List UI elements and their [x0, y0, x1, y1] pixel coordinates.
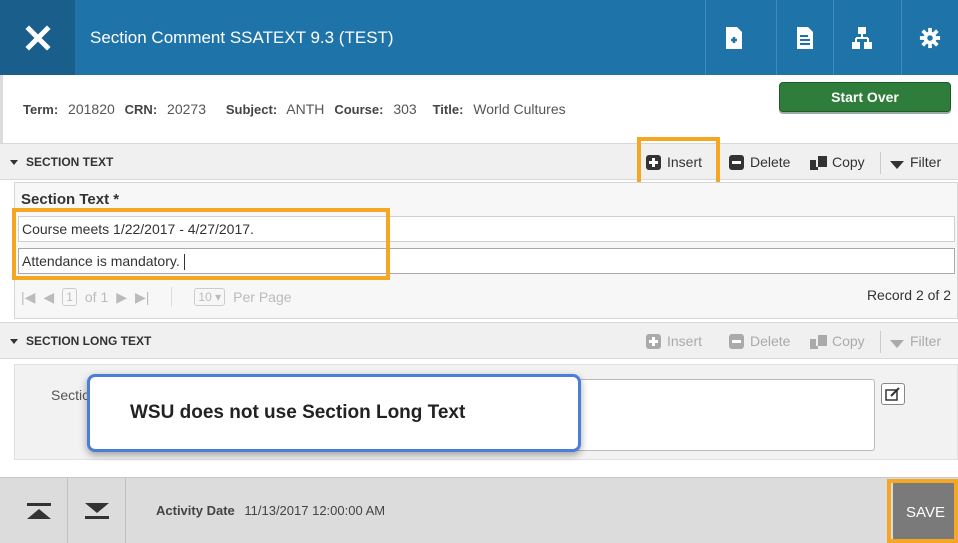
title-value: World Cultures: [473, 101, 566, 117]
add-document-icon: [726, 26, 742, 49]
filter-button[interactable]: Filter: [890, 323, 941, 360]
gear-icon: [919, 27, 941, 48]
copy-button[interactable]: Copy: [810, 144, 865, 181]
callout-text: WSU does not use Section Long Text: [130, 402, 466, 423]
filter-icon: [890, 339, 904, 348]
app-header: Section Comment SSATEXT 9.3 (TEST): [0, 0, 958, 75]
activity-date: Activity Date 11/13/2017 12:00:00 AM: [156, 478, 385, 543]
per-page-label: Per Page: [233, 289, 292, 305]
copy-icon: [810, 155, 827, 170]
record-count: Record 2 of 2: [866, 287, 951, 303]
scroll-top-button[interactable]: [10, 478, 68, 543]
section-long-text-header[interactable]: SECTION LONG TEXT Insert Delete Copy Fil…: [0, 322, 958, 359]
minus-icon: [729, 334, 744, 349]
crn-label: CRN:: [124, 102, 158, 117]
key-info: Term: 201820 CRN: 20273 Subject: ANTH Co…: [23, 101, 572, 117]
insert-highlight: [637, 137, 720, 186]
footer-bar: Activity Date 11/13/2017 12:00:00 AM: [0, 477, 958, 543]
filter-button[interactable]: Filter: [890, 144, 941, 181]
activity-date-value: 11/13/2017 12:00:00 AM: [244, 503, 386, 518]
plus-icon: [646, 334, 661, 349]
scroll-top-icon: [26, 503, 51, 519]
next-page-icon[interactable]: ▶: [116, 289, 127, 306]
close-button[interactable]: [0, 0, 75, 75]
divider: [171, 287, 173, 307]
start-over-button[interactable]: Start Over: [779, 82, 951, 112]
copy-button[interactable]: Copy: [810, 323, 865, 360]
edit-button[interactable]: [881, 383, 905, 405]
long-text-label: Sectio: [51, 387, 90, 403]
copy-icon: [810, 334, 827, 349]
delete-button[interactable]: Delete: [729, 144, 790, 181]
minus-icon: [729, 155, 744, 170]
edit-icon: [885, 387, 900, 401]
page-input[interactable]: 1: [62, 288, 77, 306]
section-text-title: SECTION TEXT: [10, 144, 113, 181]
course-value: 303: [393, 101, 417, 117]
crn-value: 20273: [167, 101, 206, 117]
subject-label: Subject:: [225, 102, 278, 117]
last-page-icon[interactable]: ▶|: [135, 289, 149, 306]
divider: [880, 152, 881, 174]
tools-button[interactable]: [833, 0, 890, 75]
divider: [880, 331, 881, 353]
scroll-bottom-icon: [84, 503, 109, 519]
page-of-label: of 1: [84, 289, 109, 305]
settings-button[interactable]: [901, 0, 958, 75]
related-button[interactable]: [776, 0, 833, 75]
collapse-caret-icon: [10, 339, 18, 345]
section-long-text-title: SECTION LONG TEXT: [10, 323, 151, 360]
first-page-icon[interactable]: |◀: [21, 289, 35, 306]
per-page-select[interactable]: 10 ▾: [194, 288, 226, 306]
page-title: Section Comment SSATEXT 9.3 (TEST): [90, 28, 394, 47]
collapse-caret-icon: [10, 160, 18, 166]
prev-page-icon[interactable]: ◀: [43, 289, 54, 306]
course-label: Course:: [334, 102, 384, 117]
subject-value: ANTH: [286, 101, 325, 117]
callout-note: WSU does not use Section Long Text: [87, 374, 581, 452]
add-document-button[interactable]: [705, 0, 762, 75]
pagination: |◀ ◀ 1 of 1 ▶ ▶| 10 ▾ Per Page: [21, 287, 292, 307]
delete-button[interactable]: Delete: [729, 323, 790, 360]
scroll-bottom-button[interactable]: [68, 478, 126, 543]
insert-button[interactable]: Insert: [646, 323, 702, 360]
term-value: 201820: [68, 101, 115, 117]
close-icon: [24, 24, 51, 51]
tools-hierarchy-icon: [852, 26, 872, 49]
save-highlight: [887, 479, 958, 543]
term-label: Term:: [23, 102, 59, 117]
section-text-header[interactable]: SECTION TEXT Insert Delete Copy Filter: [0, 143, 958, 180]
rows-highlight: [12, 208, 390, 280]
filter-icon: [890, 160, 904, 169]
related-document-icon: [797, 26, 813, 49]
title-label: Title:: [432, 102, 464, 117]
column-header-section-text: Section Text *: [21, 191, 120, 208]
activity-date-label: Activity Date: [156, 503, 235, 518]
